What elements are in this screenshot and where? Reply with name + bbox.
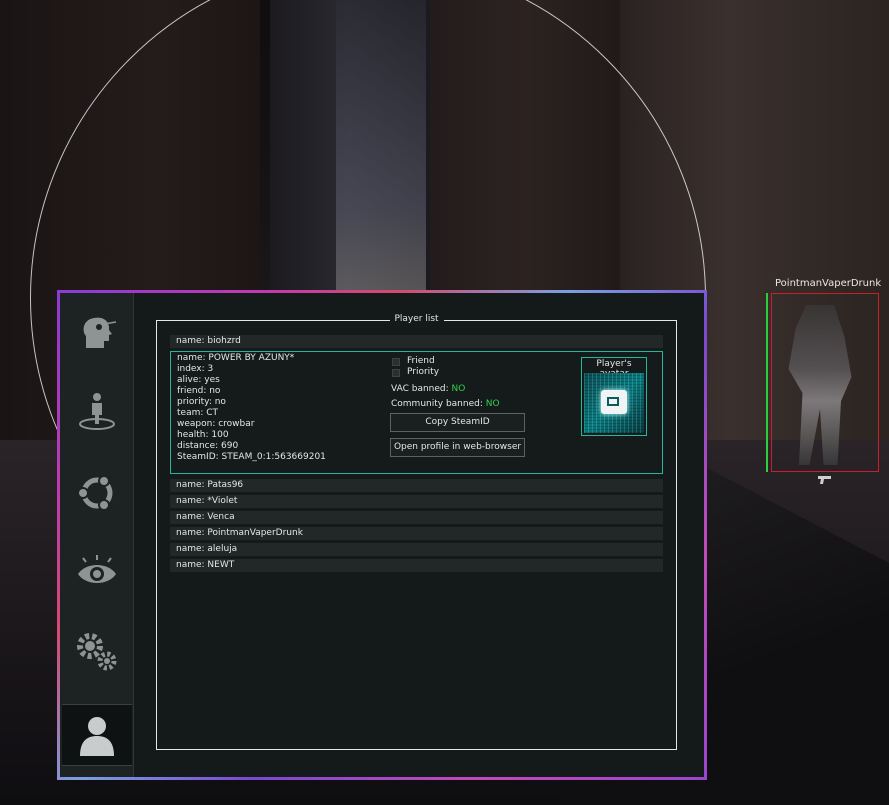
player-row[interactable]: name: Venca xyxy=(170,511,663,524)
info-team: team: CT xyxy=(177,408,219,418)
menu-body: Player list name: biohzrd name: POWER BY… xyxy=(60,293,704,777)
friend-checkbox-label: Friend xyxy=(407,356,435,366)
vac-value: NO xyxy=(451,384,466,394)
info-steamid: SteamID: STEAM_0:1:563669201 xyxy=(177,452,326,462)
info-index: index: 3 xyxy=(177,364,214,374)
ubuntu-circle-icon xyxy=(77,475,113,511)
sidebar-tab-settings[interactable] xyxy=(62,621,132,681)
info-alive: alive: yes xyxy=(177,375,220,385)
priority-checkbox-label: Priority xyxy=(407,367,440,377)
sidebar-tab-misc[interactable] xyxy=(62,463,132,523)
player-avatar-panel: Player's avatar xyxy=(581,357,647,436)
info-friend: friend: no xyxy=(177,386,221,396)
eye-icon xyxy=(78,555,116,583)
menu-content: Player list name: biohzrd name: POWER BY… xyxy=(133,293,704,777)
priority-checkbox[interactable] xyxy=(392,369,400,377)
menu-sidebar xyxy=(60,293,134,777)
player-row[interactable]: name: NEWT xyxy=(170,559,663,572)
info-weapon: weapon: crowbar xyxy=(177,419,255,429)
community-label: Community banned: xyxy=(391,399,486,409)
info-distance: distance: 690 xyxy=(177,441,239,451)
sidebar-tab-triggerbot[interactable] xyxy=(62,381,132,441)
player-row[interactable]: name: aleluja xyxy=(170,543,663,556)
friend-checkbox[interactable] xyxy=(392,358,400,366)
sidebar-tab-player-list[interactable] xyxy=(62,704,132,766)
pistol-icon xyxy=(818,475,832,488)
community-value: NO xyxy=(485,399,500,409)
esp-health-bar xyxy=(766,293,768,472)
cheat-menu-window: Player list name: biohzrd name: POWER BY… xyxy=(57,290,707,780)
selected-player-panel: name: POWER BY AZUNY* index: 3 alive: ye… xyxy=(170,351,663,474)
player-avatar-image xyxy=(584,373,644,433)
info-name: name: POWER BY AZUNY* xyxy=(177,353,295,363)
copy-steamid-button[interactable]: Copy SteamID xyxy=(390,413,525,432)
vac-label: VAC banned: xyxy=(391,384,452,394)
info-priority: priority: no xyxy=(177,397,226,407)
player-row[interactable]: name: Patas96 xyxy=(170,479,663,492)
player-row[interactable]: name: PointmanVaperDrunk xyxy=(170,527,663,540)
player-row[interactable]: name: *Violet xyxy=(170,495,663,508)
vac-status: VAC banned: NO xyxy=(391,384,465,394)
community-status: Community banned: NO xyxy=(391,399,500,409)
avatar-logo-icon xyxy=(601,390,627,414)
esp-box xyxy=(771,293,879,472)
user-icon xyxy=(80,717,114,756)
sidebar-tab-visuals[interactable] xyxy=(62,543,132,603)
player-list-title: Player list xyxy=(389,314,444,324)
player-row[interactable]: name: biohzrd xyxy=(170,335,663,348)
player-list-group: Player list name: biohzrd name: POWER BY… xyxy=(156,314,677,750)
info-health: health: 100 xyxy=(177,430,229,440)
aim-head-icon xyxy=(83,317,117,348)
standing-figure-icon xyxy=(79,393,115,430)
open-profile-button[interactable]: Open profile in web-browser xyxy=(390,438,525,457)
sidebar-tab-aimbot[interactable] xyxy=(62,303,132,363)
gears-icon xyxy=(77,633,117,671)
esp-player-name: PointmanVaperDrunk xyxy=(775,278,882,289)
